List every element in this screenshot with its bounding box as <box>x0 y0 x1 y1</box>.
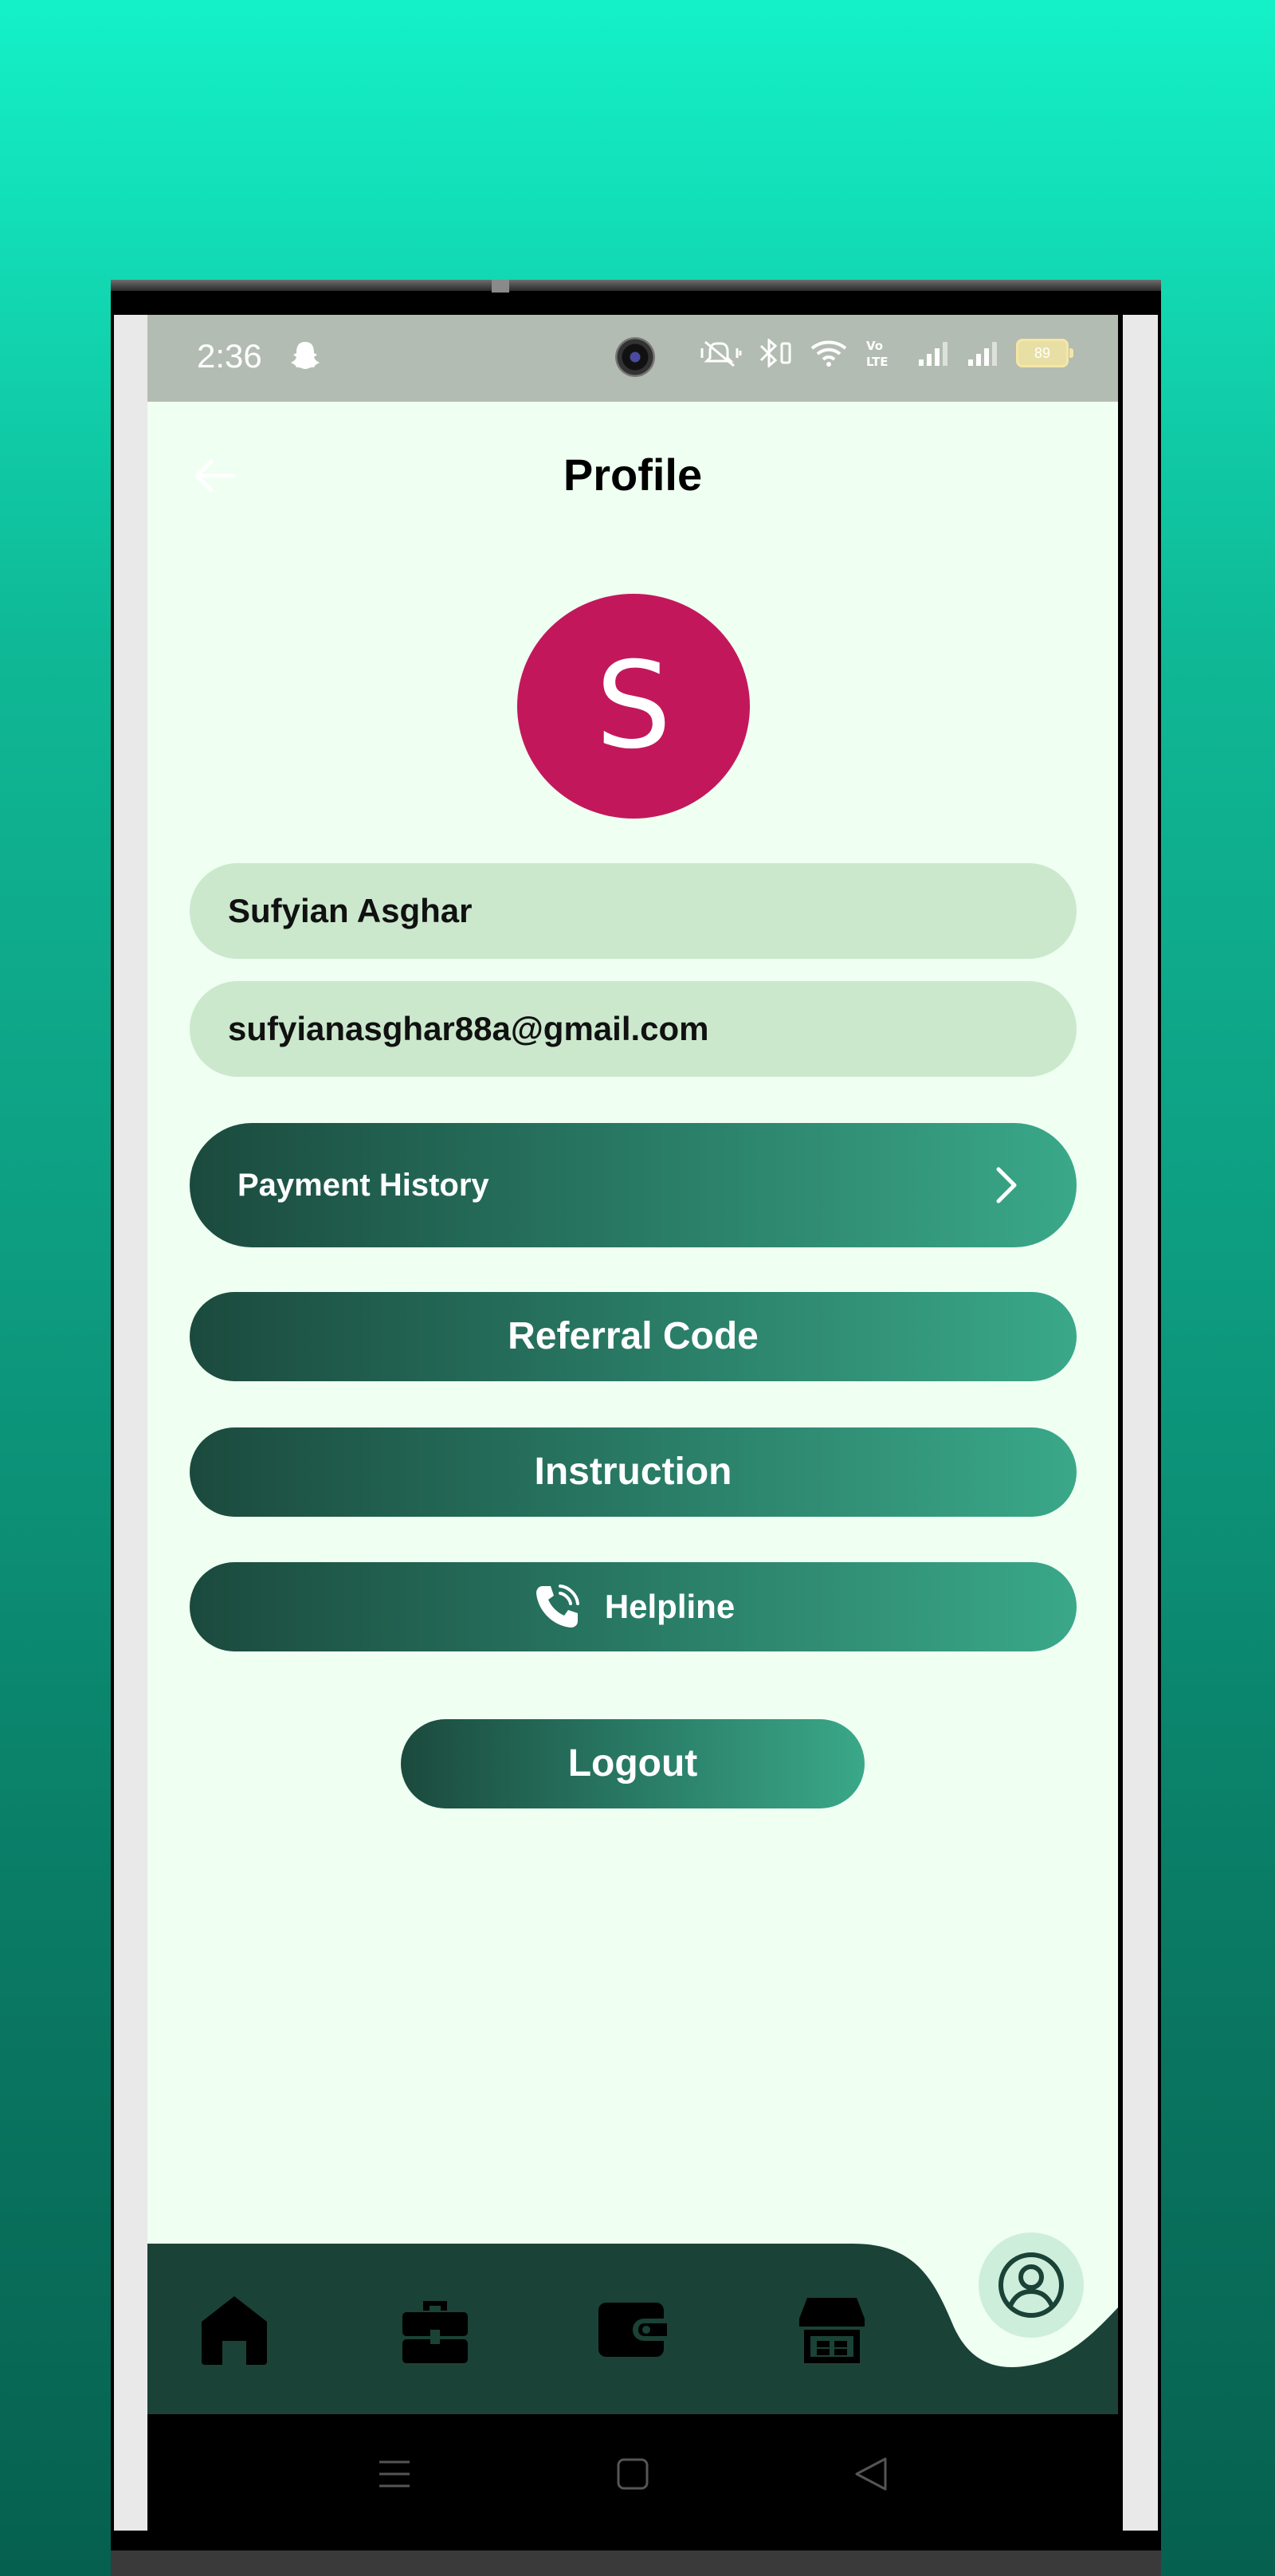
instruction-button[interactable]: Instruction <box>190 1427 1077 1517</box>
phone-left-bezel <box>114 315 149 2531</box>
email-field[interactable]: sufyianasghar88a@gmail.com <box>190 981 1077 1077</box>
svg-text:Vo: Vo <box>866 339 883 353</box>
profile-nav-button[interactable] <box>979 2232 1084 2338</box>
wallet-icon[interactable] <box>597 2291 669 2366</box>
status-bar: 2:36 Vo LTE 89 <box>147 315 1118 402</box>
svg-text:LTE: LTE <box>866 355 889 369</box>
back-triangle-icon[interactable] <box>850 2452 893 2496</box>
briefcase-icon[interactable] <box>399 2291 471 2366</box>
recent-apps-icon[interactable] <box>373 2452 416 2496</box>
front-camera <box>615 337 655 377</box>
phone-right-bezel <box>1123 315 1158 2531</box>
helpline-button[interactable]: Helpline <box>190 1562 1077 1651</box>
payment-history-label: Payment History <box>237 1168 489 1203</box>
referral-code-label: Referral Code <box>508 1315 759 1357</box>
home-square-icon[interactable] <box>611 2452 654 2496</box>
logout-button[interactable]: Logout <box>401 1719 865 1808</box>
referral-code-button[interactable]: Referral Code <box>190 1292 1077 1381</box>
name-field[interactable]: Sufyian Asghar <box>190 863 1077 959</box>
signal-icon <box>919 342 947 366</box>
chevron-right-icon <box>996 1167 1017 1204</box>
status-time: 2:36 <box>197 337 262 375</box>
phone-bottom-edge <box>111 2550 1161 2576</box>
vibrate-mute-icon <box>700 340 742 367</box>
system-navigation-bar <box>147 2414 1118 2532</box>
volte-icon: Vo LTE <box>866 339 889 369</box>
phone-top-notch <box>492 280 509 293</box>
store-icon[interactable] <box>796 2291 868 2366</box>
helpline-label: Helpline <box>604 1588 736 1625</box>
status-icons: Vo LTE 89 <box>700 337 1073 369</box>
battery-icon: 89 <box>1016 339 1073 367</box>
signal-icon <box>968 342 997 366</box>
bottom-navigation <box>147 2244 1118 2414</box>
payment-history-button[interactable]: Payment History <box>190 1123 1077 1247</box>
wifi-icon <box>810 340 847 367</box>
snapchat-ghost-icon <box>291 342 320 369</box>
avatar: S <box>517 594 750 819</box>
instruction-label: Instruction <box>534 1451 732 1493</box>
app-screen: 2:36 Vo LTE 89 Profile S Sufyian Asghar … <box>147 315 1118 2532</box>
page-title: Profile <box>563 450 703 500</box>
phone-top-edge <box>111 280 1161 291</box>
home-icon[interactable] <box>198 2291 270 2366</box>
phone-call-icon <box>536 1584 579 1628</box>
bluetooth-icon <box>759 339 791 367</box>
profile-icon <box>998 2252 1064 2318</box>
